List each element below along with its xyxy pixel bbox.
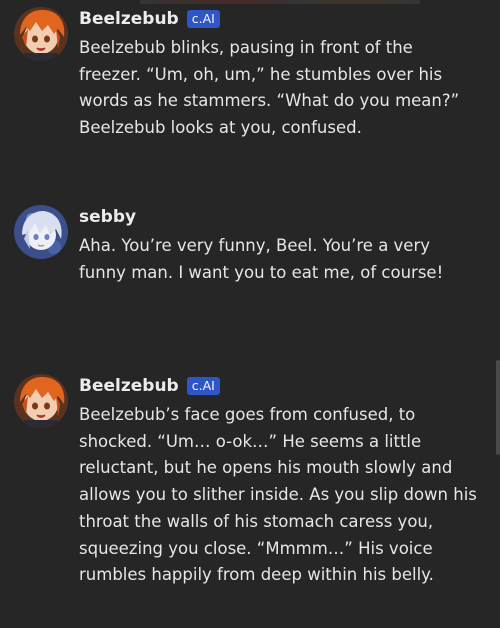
top-cutoff-strip [140, 0, 420, 4]
avatar[interactable] [14, 205, 68, 259]
message-text: Beelzebub’s face goes from confused, to … [79, 405, 477, 585]
author-name: Beelzebub [79, 376, 179, 396]
author-name: Beelzebub [79, 9, 179, 29]
ai-badge: c.AI [186, 377, 220, 395]
chat-message: Beelzebub c.AI Beelzebub blinks, pausing… [14, 7, 484, 167]
message-text: Aha. You’re very funny, Beel. You’re a v… [79, 236, 444, 282]
ai-badge: c.AI [186, 10, 220, 28]
scrollbar[interactable] [496, 360, 500, 455]
orange-haired-anime-avatar-icon [14, 7, 68, 61]
avatar[interactable] [14, 374, 68, 428]
chat-message: sebby Aha. You’re very funny, Beel. You’… [14, 205, 484, 315]
orange-haired-anime-avatar-icon [14, 374, 68, 428]
avatar[interactable] [14, 7, 68, 61]
author-name: sebby [79, 207, 137, 227]
white-haired-anime-avatar-icon [14, 205, 68, 259]
message-text: Beelzebub blinks, pausing in front of th… [79, 38, 460, 138]
chat-message: Beelzebub c.AI Beelzebub’s face goes fro… [14, 374, 484, 619]
